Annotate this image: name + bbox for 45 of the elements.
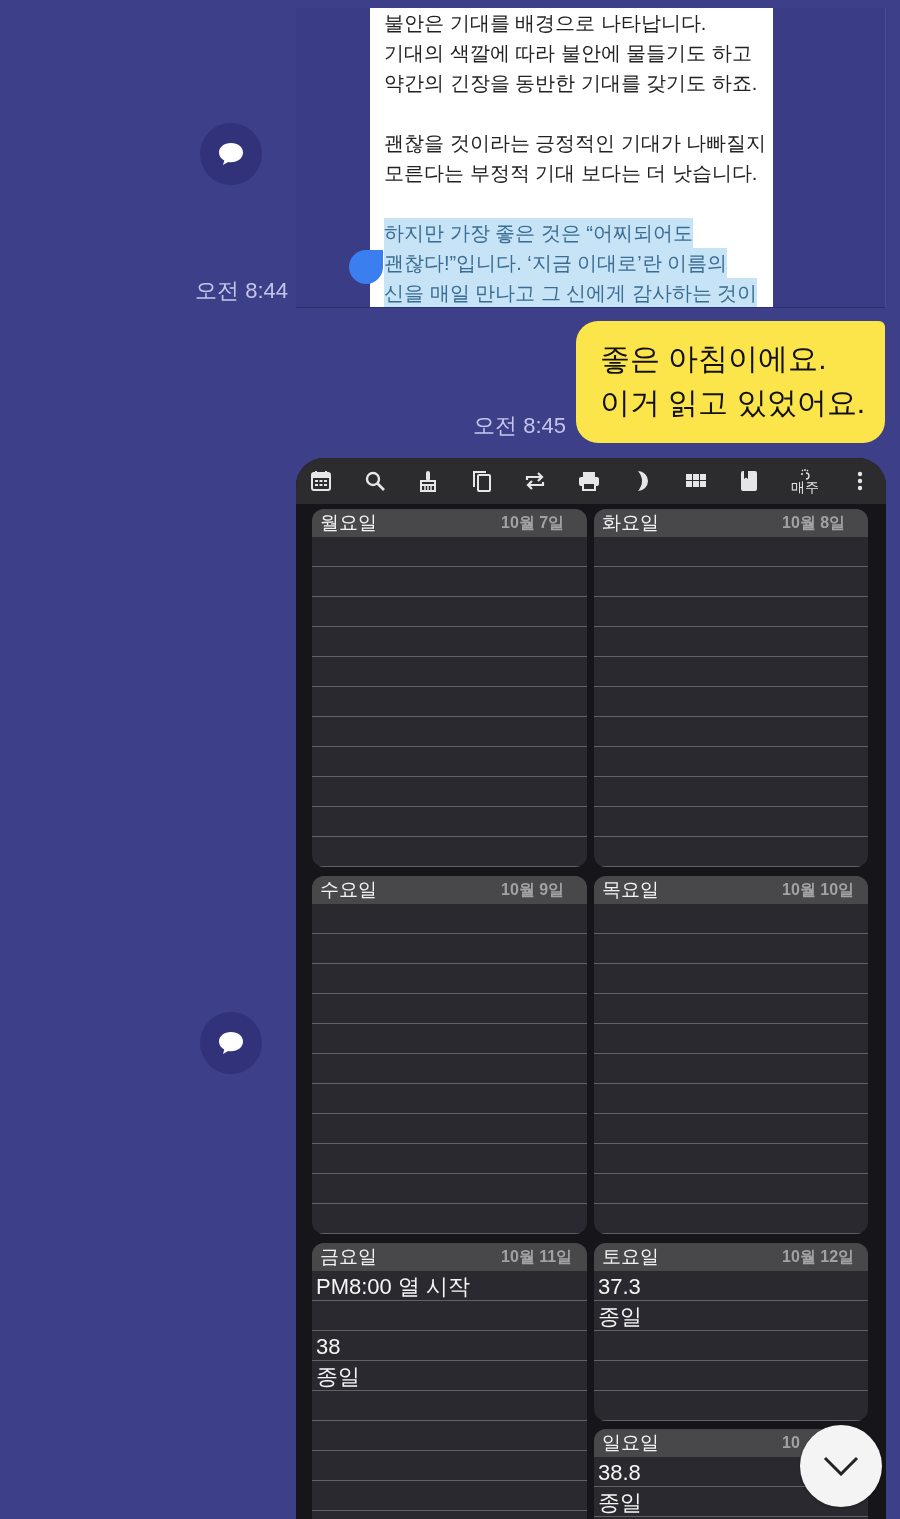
day-card[interactable]: 화요일 10월 8일 [594,509,868,867]
weekday-label: 금요일 [320,1245,377,1269]
day-card[interactable]: 목요일 10월 10일 [594,876,868,1234]
date-label: 10월 10일 [782,879,856,900]
weekday-label: 목요일 [602,878,659,902]
weekday-label: 일요일 [602,1431,659,1455]
date-label: 10월 9일 [501,879,566,900]
date-label: 10월 11일 [501,1246,574,1267]
event-time: 종일 [598,1490,642,1516]
calendar-screenshot[interactable]: 매주 월요일 10월 7일 화요일 10월 8일 수요일 10월 9일 목요일 10월 10일 금요일 10월 11일 PM8:00 열 시작 38 종일 토요일 10월 12일 37.3 종일 일요일 10 38.8 종일 [296,458,886,1519]
speech-bubble-icon [217,141,245,167]
document-screenshot[interactable]: 불안은 기대를 배경으로 나타납니다. 기대의 색깔에 따라 불안에 물들기도 하고 약간의 긴장을 동반한 기대를 갖기도 하죠. 괜찮을 것이라는 긍정적인 기대가 나빠질지 모른다는 부정적 기대 보다는 더 낫습니다. 하지만 가장 좋은 것은 “어찌되어도 괜찮다!”입니다. ‘지금 이대로’란 이름의 신을 매일 만나고 그 신에게 감사하는 것이 [296,8,886,308]
day-card[interactable]: 금요일 10월 11일 PM8:00 열 시작 38 종일 [312,1243,587,1519]
message-time: 오전 8:45 [473,412,566,440]
date-label: 10월 12일 [782,1246,856,1267]
sparkle-icon [798,468,811,480]
weekday-label: 수요일 [320,878,377,902]
message-time: 오전 8:44 [195,277,288,305]
day-card[interactable]: 월요일 10월 7일 [312,509,587,867]
date-label: 10월 8일 [782,512,847,533]
calendar-icon[interactable] [309,469,333,493]
document-line: 괜찮을 것이라는 긍정적인 기대가 나빠질지 [384,131,767,156]
day-card[interactable]: 토요일 10월 12일 37.3 종일 [594,1243,868,1421]
document-line: 약간의 긴장을 동반한 기대를 갖기도 하죠. [384,71,758,96]
chevron-down-icon [823,1456,859,1476]
printer-icon[interactable] [576,469,601,493]
weekday-label: 화요일 [602,511,659,535]
selection-handle[interactable] [349,250,383,284]
weekday-label: 토요일 [602,1245,659,1269]
document-line: 불안은 기대를 배경으로 나타납니다. [384,11,707,36]
day-card[interactable]: 수요일 10월 9일 [312,876,587,1234]
date-label: 10 [782,1434,801,1452]
speech-bubble-icon [217,1030,245,1056]
document-line: 모른다는 부정적 기대 보다는 더 낫습니다. [384,161,758,186]
document-line: 기대의 색깔에 따라 불안에 물들기도 하고 [384,41,752,66]
weekday-label: 월요일 [320,511,377,535]
date-label: 10월 7일 [501,512,566,533]
event-title[interactable]: PM8:00 열 시작 [316,1274,471,1300]
event-title[interactable]: 38.8 [598,1460,641,1486]
message-bubble: 좋은 아침이에요. 이거 읽고 있었어요. [576,321,885,443]
event-time: 종일 [316,1364,360,1390]
repeat-weekly-button[interactable]: 매주 [790,468,819,494]
event-time: 종일 [598,1304,642,1330]
event-title[interactable]: 37.3 [598,1274,641,1300]
event-title[interactable]: 38 [316,1334,341,1360]
